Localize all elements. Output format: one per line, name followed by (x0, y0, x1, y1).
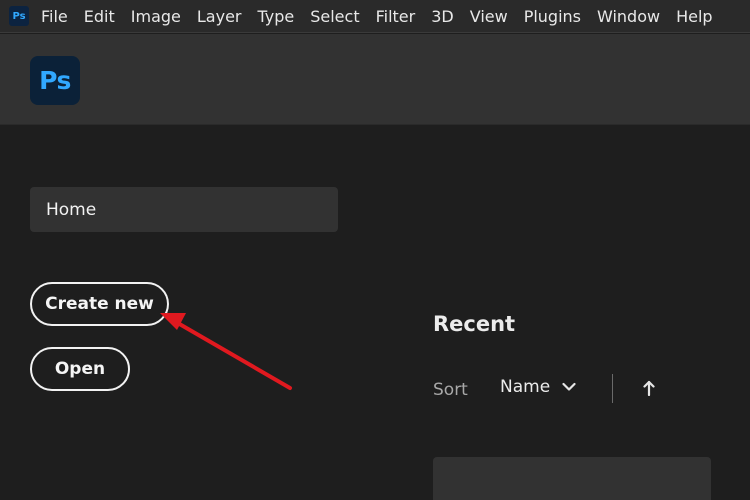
menu-layer[interactable]: Layer (189, 0, 250, 33)
menu-image[interactable]: Image (123, 0, 189, 33)
open-label: Open (54, 359, 106, 379)
create-new-label: Create new (45, 294, 154, 314)
sidebar-item-home[interactable]: Home (30, 187, 338, 232)
menu-bar: Ps File Edit Image Layer Type Select Fil… (0, 0, 750, 33)
arrow-up-icon[interactable] (641, 378, 657, 398)
menu-view[interactable]: View (462, 0, 516, 33)
menu-help[interactable]: Help (668, 0, 720, 33)
menu-window[interactable]: Window (589, 0, 668, 33)
menu-edit[interactable]: Edit (76, 0, 123, 33)
ps-logo-text: Ps (39, 66, 71, 95)
sort-label: Sort (433, 380, 468, 400)
chevron-down-icon (562, 380, 576, 394)
recent-heading: Recent (433, 312, 516, 336)
sort-divider (612, 374, 613, 403)
sidebar-item-home-label: Home (46, 199, 97, 220)
photoshop-app-icon[interactable]: Ps (9, 6, 29, 26)
sort-value: Name (500, 377, 551, 397)
menu-select[interactable]: Select (302, 0, 367, 33)
home-screen: Home Create new Open Recent Sort Name (0, 126, 750, 500)
recent-file-card[interactable] (433, 457, 711, 500)
menu-type[interactable]: Type (249, 0, 302, 33)
menu-file[interactable]: File (38, 0, 76, 33)
sort-dropdown[interactable]: Name (500, 377, 576, 397)
menu-3d[interactable]: 3D (423, 0, 462, 33)
menu-filter[interactable]: Filter (368, 0, 424, 33)
menu-logo-text: Ps (12, 10, 26, 22)
menu-items: File Edit Image Layer Type Select Filter… (38, 0, 721, 33)
create-new-button[interactable]: Create new (30, 282, 169, 326)
photoshop-logo: Ps (30, 56, 80, 105)
open-button[interactable]: Open (30, 347, 130, 391)
menu-plugins[interactable]: Plugins (516, 0, 589, 33)
app-header: Ps (0, 34, 750, 125)
